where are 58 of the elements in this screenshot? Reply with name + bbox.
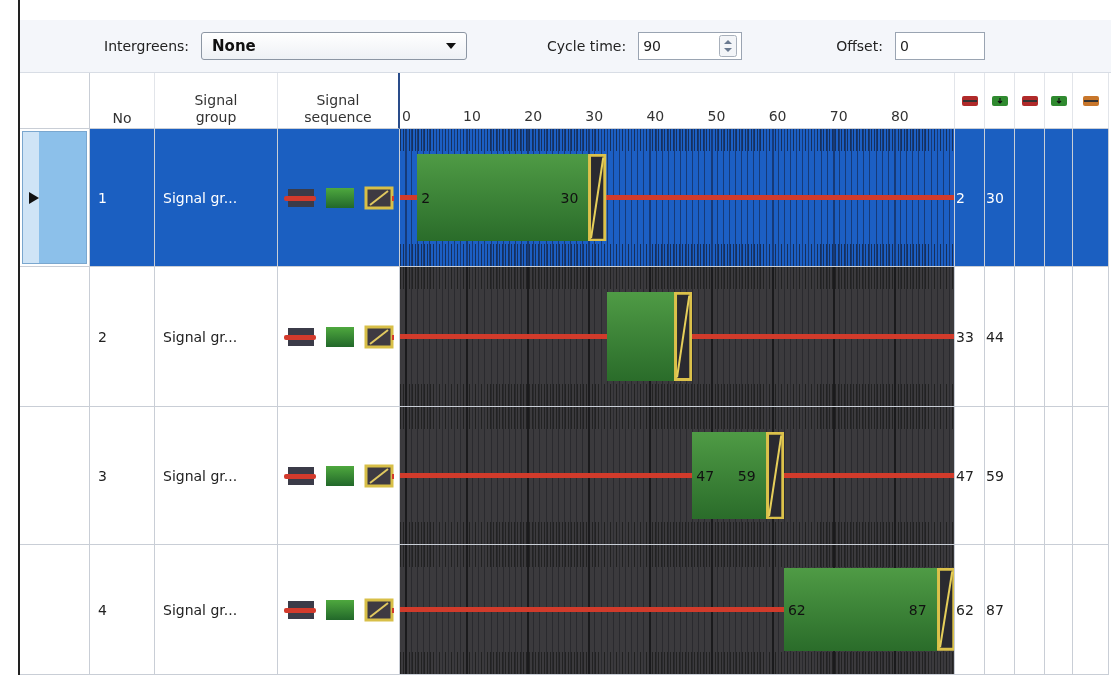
go-signal-icon: [1050, 94, 1067, 107]
end-time-value: 59: [985, 467, 1004, 484]
go-phase-bar[interactable]: 62 87: [783, 568, 937, 651]
time-tick-label: 20: [524, 108, 543, 124]
time-tick-label: 40: [646, 108, 665, 124]
current-row-icon: [29, 191, 39, 204]
row-number: 2: [98, 328, 107, 345]
bar-end-label: 87: [908, 601, 927, 618]
go-phase-bar[interactable]: 47 59: [692, 431, 766, 520]
intergreens-label: Intergreens:: [104, 38, 190, 54]
time-tick-label: 70: [829, 108, 848, 124]
intergreens-dropdown[interactable]: None: [201, 32, 468, 60]
go-signal-icon: [991, 94, 1008, 107]
bar-end-label: 59: [737, 467, 756, 484]
end-time-value: 87: [985, 601, 1004, 618]
stop-signal-icon: [961, 94, 978, 107]
spinner-icon[interactable]: [719, 35, 738, 57]
signal-group-name: Signal gr...: [163, 328, 238, 345]
bar-start-label: 47: [696, 467, 715, 484]
bar-start-label: 62: [787, 601, 806, 618]
time-tick-label: 50: [707, 108, 726, 124]
bar-start-label: 2: [421, 189, 431, 206]
time-tick-label: 60: [768, 108, 787, 124]
row-number: 3: [98, 467, 107, 484]
time-tick-label: 30: [585, 108, 604, 124]
offset-label: Offset:: [836, 38, 883, 54]
table-cell[interactable]: 2: [90, 267, 155, 407]
row-number: 4: [98, 601, 107, 618]
time-tick-label: 10: [463, 108, 481, 124]
table-cell[interactable]: 3: [90, 407, 155, 545]
go-phase-bar[interactable]: [606, 292, 674, 381]
start-time-value: 62: [955, 601, 974, 618]
time-tick-label: 0: [402, 108, 411, 124]
start-time-value: 33: [955, 328, 974, 345]
signal-group-name: Signal gr...: [163, 189, 238, 206]
signal-group-name: Signal gr...: [163, 467, 238, 484]
end-time-value: 44: [985, 328, 1004, 345]
row-number: 1: [98, 189, 107, 206]
transition-signal-icon: [1082, 94, 1099, 107]
go-phase-bar[interactable]: 2 30: [417, 153, 589, 242]
signal-group-name: Signal gr...: [163, 601, 238, 618]
stop-signal-icon: [1021, 94, 1038, 107]
start-time-value: 47: [955, 467, 974, 484]
column-header: Signal sequence: [303, 92, 373, 126]
transition-phase-icon: [588, 153, 607, 242]
cycle-time-label: Cycle time:: [547, 38, 627, 54]
column-header: No: [112, 110, 132, 126]
time-tick-label: 80: [890, 108, 909, 124]
row-selector[interactable]: [22, 131, 87, 264]
start-time-value: 2: [955, 189, 965, 206]
table-cell[interactable]: 1: [90, 129, 155, 267]
caret-icon: [446, 43, 457, 49]
table-cell[interactable]: 4: [90, 545, 155, 675]
column-header: Signal group: [193, 92, 239, 126]
end-time-value: 30: [985, 189, 1004, 206]
cycle-time-field[interactable]: 90: [638, 32, 743, 60]
offset-field[interactable]: 0: [894, 32, 985, 60]
bar-end-label: 30: [560, 189, 579, 206]
